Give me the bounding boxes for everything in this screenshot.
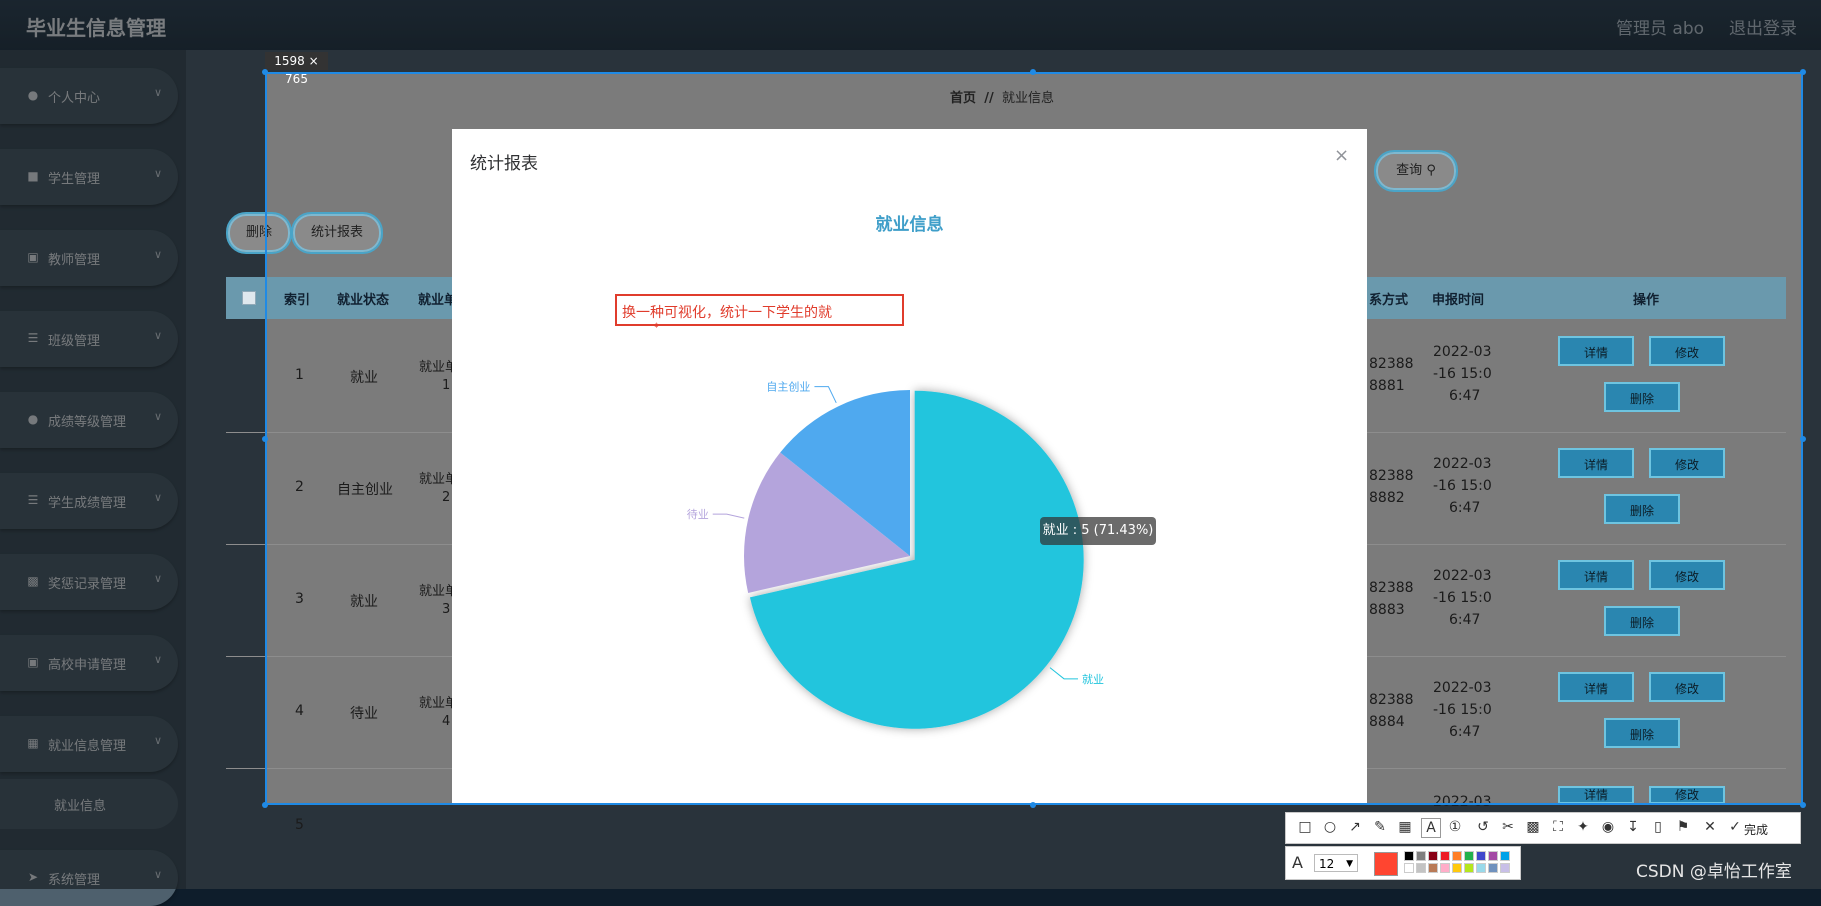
resize-handle[interactable] [262, 436, 268, 442]
capture-dimensions-label: 1598 × 765 [265, 52, 328, 86]
active-color-swatch[interactable] [1374, 852, 1398, 876]
color-swatch[interactable] [1428, 863, 1438, 873]
undo-icon[interactable]: ↺ [1474, 818, 1492, 836]
screenshot-toolbar: □ ○ ↗ ✎ ▦ A ① ↺ ✂ ▩ ⛶ ✦ ◉ ↧ ▯ ⚑ ✕ ✓ 完成 [1285, 812, 1801, 844]
csdn-watermark: CSDN @卓怡工作室 [1636, 862, 1792, 882]
color-swatch[interactable] [1416, 851, 1426, 861]
font-size-select[interactable]: 12 ▼ [1314, 854, 1358, 872]
ellipse-tool-icon[interactable]: ○ [1321, 818, 1339, 836]
color-swatch[interactable] [1476, 851, 1486, 861]
color-swatch[interactable] [1464, 863, 1474, 873]
color-swatch[interactable] [1500, 863, 1510, 873]
arrow-tool-icon[interactable]: ↗ [1346, 818, 1364, 836]
record-icon[interactable]: ◉ [1599, 818, 1617, 836]
color-swatch[interactable] [1404, 863, 1414, 873]
rectangle-tool-icon[interactable]: □ [1296, 818, 1314, 836]
mosaic-tool-icon[interactable]: ▦ [1396, 818, 1414, 836]
confirm-check-icon[interactable]: ✓ [1726, 818, 1744, 836]
resize-handle[interactable] [262, 69, 268, 75]
color-swatch[interactable] [1464, 851, 1474, 861]
text-tool-icon[interactable]: A [1421, 818, 1441, 838]
color-swatch[interactable] [1440, 863, 1450, 873]
color-swatch[interactable] [1488, 863, 1498, 873]
pin-icon[interactable]: ✦ [1574, 818, 1592, 836]
color-swatch[interactable] [1488, 851, 1498, 861]
resize-handle[interactable] [1030, 69, 1036, 75]
resize-handle[interactable] [1800, 436, 1806, 442]
color-swatch[interactable] [1416, 863, 1426, 873]
number-tool-icon[interactable]: ① [1446, 818, 1464, 836]
color-swatch[interactable] [1500, 851, 1510, 861]
ai-tool-icon[interactable]: ✂ [1499, 818, 1517, 836]
color-swatch[interactable] [1428, 851, 1438, 861]
scan-tool-icon[interactable]: ⛶ [1549, 818, 1567, 836]
resize-handle[interactable] [262, 802, 268, 808]
resize-handle[interactable] [1030, 802, 1036, 808]
download-icon[interactable]: ↧ [1624, 818, 1642, 836]
color-swatch[interactable] [1440, 851, 1450, 861]
resize-handle[interactable] [1800, 802, 1806, 808]
font-size-icon: A [1292, 853, 1303, 872]
done-button[interactable]: 完成 [1744, 821, 1768, 838]
capture-selection-border[interactable] [265, 72, 1803, 805]
color-swatch[interactable] [1452, 851, 1462, 861]
phone-icon[interactable]: ▯ [1649, 818, 1667, 836]
style-palette: A 12 ▼ [1285, 846, 1521, 880]
ocr-tool-icon[interactable]: ▩ [1524, 818, 1542, 836]
color-swatch[interactable] [1476, 863, 1486, 873]
pen-tool-icon[interactable]: ✎ [1371, 818, 1389, 836]
color-swatch[interactable] [1404, 851, 1414, 861]
resize-handle[interactable] [1800, 69, 1806, 75]
cancel-icon[interactable]: ✕ [1701, 818, 1719, 836]
bookmark-icon[interactable]: ⚑ [1674, 818, 1692, 836]
color-swatch[interactable] [1452, 863, 1462, 873]
chevron-down-icon: ▼ [1346, 859, 1353, 869]
